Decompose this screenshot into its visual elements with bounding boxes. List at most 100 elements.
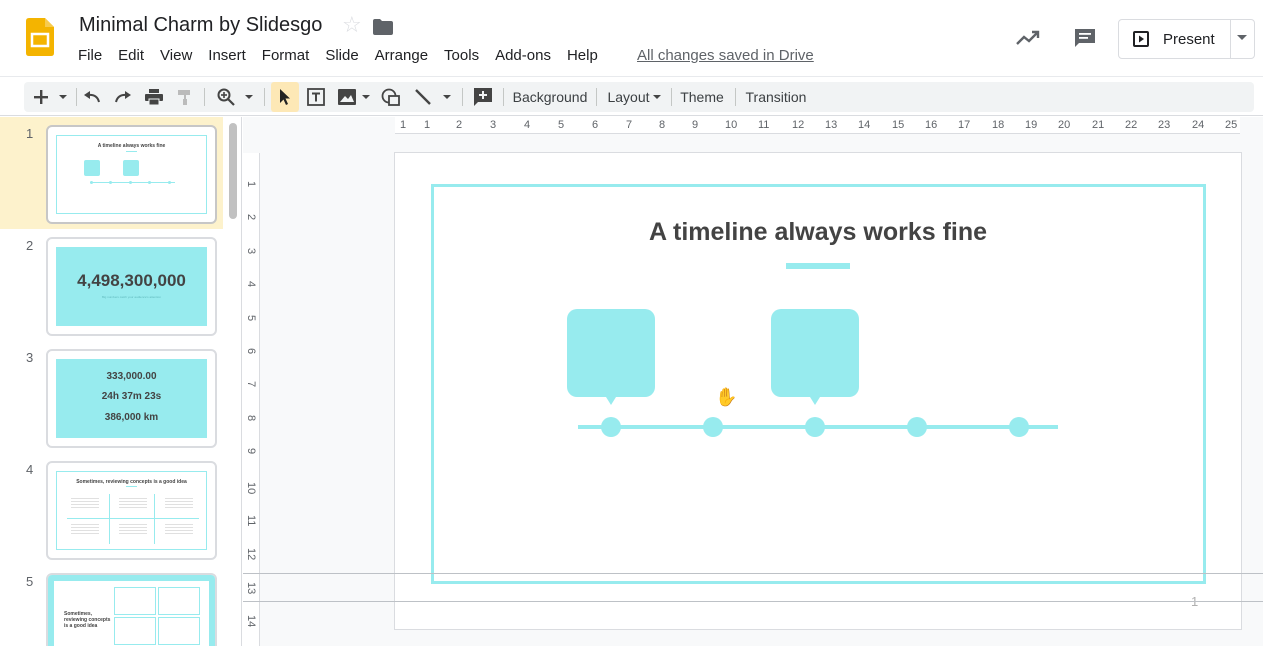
select-cursor-icon[interactable] — [271, 82, 299, 112]
ruler-tick-label: 21 — [1092, 119, 1105, 131]
ruler-tick-label: 13 — [245, 581, 257, 595]
zoom-caret[interactable] — [242, 82, 256, 112]
ruler-tick-label: 12 — [245, 548, 257, 561]
zoom-icon[interactable] — [214, 82, 238, 112]
slide-thumbnail-4[interactable]: Sometimes, reviewing concepts is a good … — [46, 461, 217, 560]
toolbar-separator — [462, 88, 463, 106]
thumb-divider — [154, 494, 155, 544]
thumb-text-block — [71, 524, 99, 536]
thumb-cell — [114, 587, 156, 615]
menu-slide[interactable]: Slide — [325, 47, 358, 64]
menu-edit[interactable]: Edit — [118, 47, 144, 64]
timeline-dot[interactable] — [805, 417, 825, 437]
ruler-tick-label: 13 — [825, 119, 838, 131]
activity-trend-icon[interactable] — [1015, 28, 1041, 48]
timeline-dot[interactable] — [703, 417, 723, 437]
current-slide[interactable]: A timeline always works fine 1 — [395, 153, 1241, 629]
thumb-dot — [129, 181, 132, 184]
menu-file[interactable]: File — [78, 47, 102, 64]
present-button[interactable]: Present — [1118, 19, 1255, 59]
theme-button[interactable]: Theme — [677, 82, 727, 112]
guide-line[interactable] — [243, 601, 1263, 602]
ruler-tick-label: 22 — [1125, 119, 1138, 131]
line-caret[interactable] — [440, 82, 454, 112]
hand-cursor-icon: ✋ — [715, 387, 738, 407]
background-button[interactable]: Background — [510, 82, 590, 112]
timeline-dot[interactable] — [601, 417, 621, 437]
menu-view[interactable]: View — [160, 47, 192, 64]
slide-filmstrip: 1 A timeline always works fine 2 4,498,3… — [0, 117, 242, 646]
menu-arrange[interactable]: Arrange — [375, 47, 428, 64]
timeline-bubble[interactable] — [771, 309, 859, 397]
timeline-bubble[interactable] — [567, 309, 655, 397]
new-slide-plus-icon[interactable] — [30, 82, 52, 112]
menu-format[interactable]: Format — [262, 47, 310, 64]
print-icon[interactable] — [142, 82, 166, 112]
slides-logo-icon[interactable] — [26, 18, 54, 56]
menu-help[interactable]: Help — [567, 47, 598, 64]
slide-thumbnail-1[interactable]: A timeline always works fine — [46, 125, 217, 224]
ruler-tick-label: 24 — [1192, 119, 1205, 131]
ruler-tick-label: 5 — [558, 119, 565, 131]
new-slide-caret[interactable] — [56, 82, 70, 112]
undo-icon[interactable] — [80, 82, 104, 112]
image-icon[interactable] — [335, 82, 359, 112]
ruler-tick-label: 10 — [725, 119, 738, 131]
thumb-divider — [67, 518, 199, 519]
toolbar-separator — [204, 88, 205, 106]
comments-icon[interactable] — [1073, 27, 1097, 49]
thumb-frame: A timeline always works fine — [56, 135, 207, 214]
toolbar-separator — [671, 88, 672, 106]
timeline-dot[interactable] — [1009, 417, 1029, 437]
thumb-cell — [114, 617, 156, 645]
bubble-pointer — [810, 397, 820, 405]
present-main-button[interactable]: Present — [1119, 20, 1230, 58]
slide-thumbnail-3[interactable]: 333,000.00 24h 37m 23s 386,000 km — [46, 349, 217, 448]
folder-icon[interactable] — [373, 19, 393, 35]
document-title[interactable]: Minimal Charm by Slidesgo — [79, 14, 322, 37]
thumb-text-block — [119, 524, 147, 536]
horizontal-ruler[interactable]: 1 1 2 3 4 5 6 7 8 9 10 11 12 13 14 15 16 17 18 19 20 21 22 23 24… — [395, 117, 1240, 134]
paint-format-icon[interactable] — [173, 82, 197, 112]
star-icon[interactable]: ☆ — [342, 14, 362, 36]
save-status-link[interactable]: All changes saved in Drive — [637, 47, 814, 64]
text-box-icon[interactable] — [304, 82, 328, 112]
ruler-tick-label: 18 — [992, 119, 1005, 131]
ruler-tick-label: 1 — [245, 181, 257, 188]
menu-insert[interactable]: Insert — [208, 47, 246, 64]
filmstrip-scrollbar[interactable] — [229, 123, 237, 219]
thumb-stat: 24h 37m 23s — [101, 391, 162, 402]
ruler-tick-label: 3 — [245, 247, 257, 254]
ruler-tick-label: 3 — [490, 119, 497, 131]
line-icon[interactable] — [411, 82, 435, 112]
slide-thumbnail-5[interactable]: Sometimes, reviewing concepts is a good … — [46, 573, 217, 646]
timeline-dot[interactable] — [907, 417, 927, 437]
toolbar-separator — [503, 88, 504, 106]
slide-thumbnail-2[interactable]: 4,498,300,000 Big numbers catch your aud… — [46, 237, 217, 336]
menu-add-ons[interactable]: Add-ons — [495, 47, 551, 64]
ruler-tick-label: 7 — [626, 119, 633, 131]
add-comment-icon[interactable] — [470, 82, 496, 112]
redo-icon[interactable] — [111, 82, 135, 112]
ruler-tick-label: 11 — [245, 515, 257, 527]
ruler-tick-label: 6 — [592, 119, 599, 131]
image-caret[interactable] — [359, 82, 373, 112]
thumb-text-block — [71, 498, 99, 510]
title-underline[interactable] — [786, 263, 850, 269]
thumb-text-block — [119, 498, 147, 510]
menu-tools[interactable]: Tools — [444, 47, 479, 64]
shape-icon[interactable] — [378, 82, 404, 112]
ruler-tick-label: 8 — [245, 414, 257, 421]
thumb-fill: 4,498,300,000 Big numbers catch your aud… — [56, 247, 207, 326]
layout-button[interactable]: Layout — [604, 82, 664, 112]
chevron-down-icon[interactable] — [1237, 35, 1247, 40]
transition-button[interactable]: Transition — [742, 82, 810, 112]
present-divider — [1230, 20, 1231, 58]
ruler-tick-label: 17 — [958, 119, 971, 131]
ruler-tick-label: 12 — [792, 119, 805, 131]
slide-number: 3 — [26, 350, 34, 365]
slide-title[interactable]: A timeline always works fine — [395, 218, 1241, 247]
slide-editor-canvas[interactable]: 1 1 2 3 4 5 6 7 8 9 10 11 12 13 14 15 16 17 18 19 20 21 22 23 24… — [243, 117, 1263, 646]
guide-line[interactable] — [243, 573, 1263, 574]
thumb-dot — [168, 181, 171, 184]
